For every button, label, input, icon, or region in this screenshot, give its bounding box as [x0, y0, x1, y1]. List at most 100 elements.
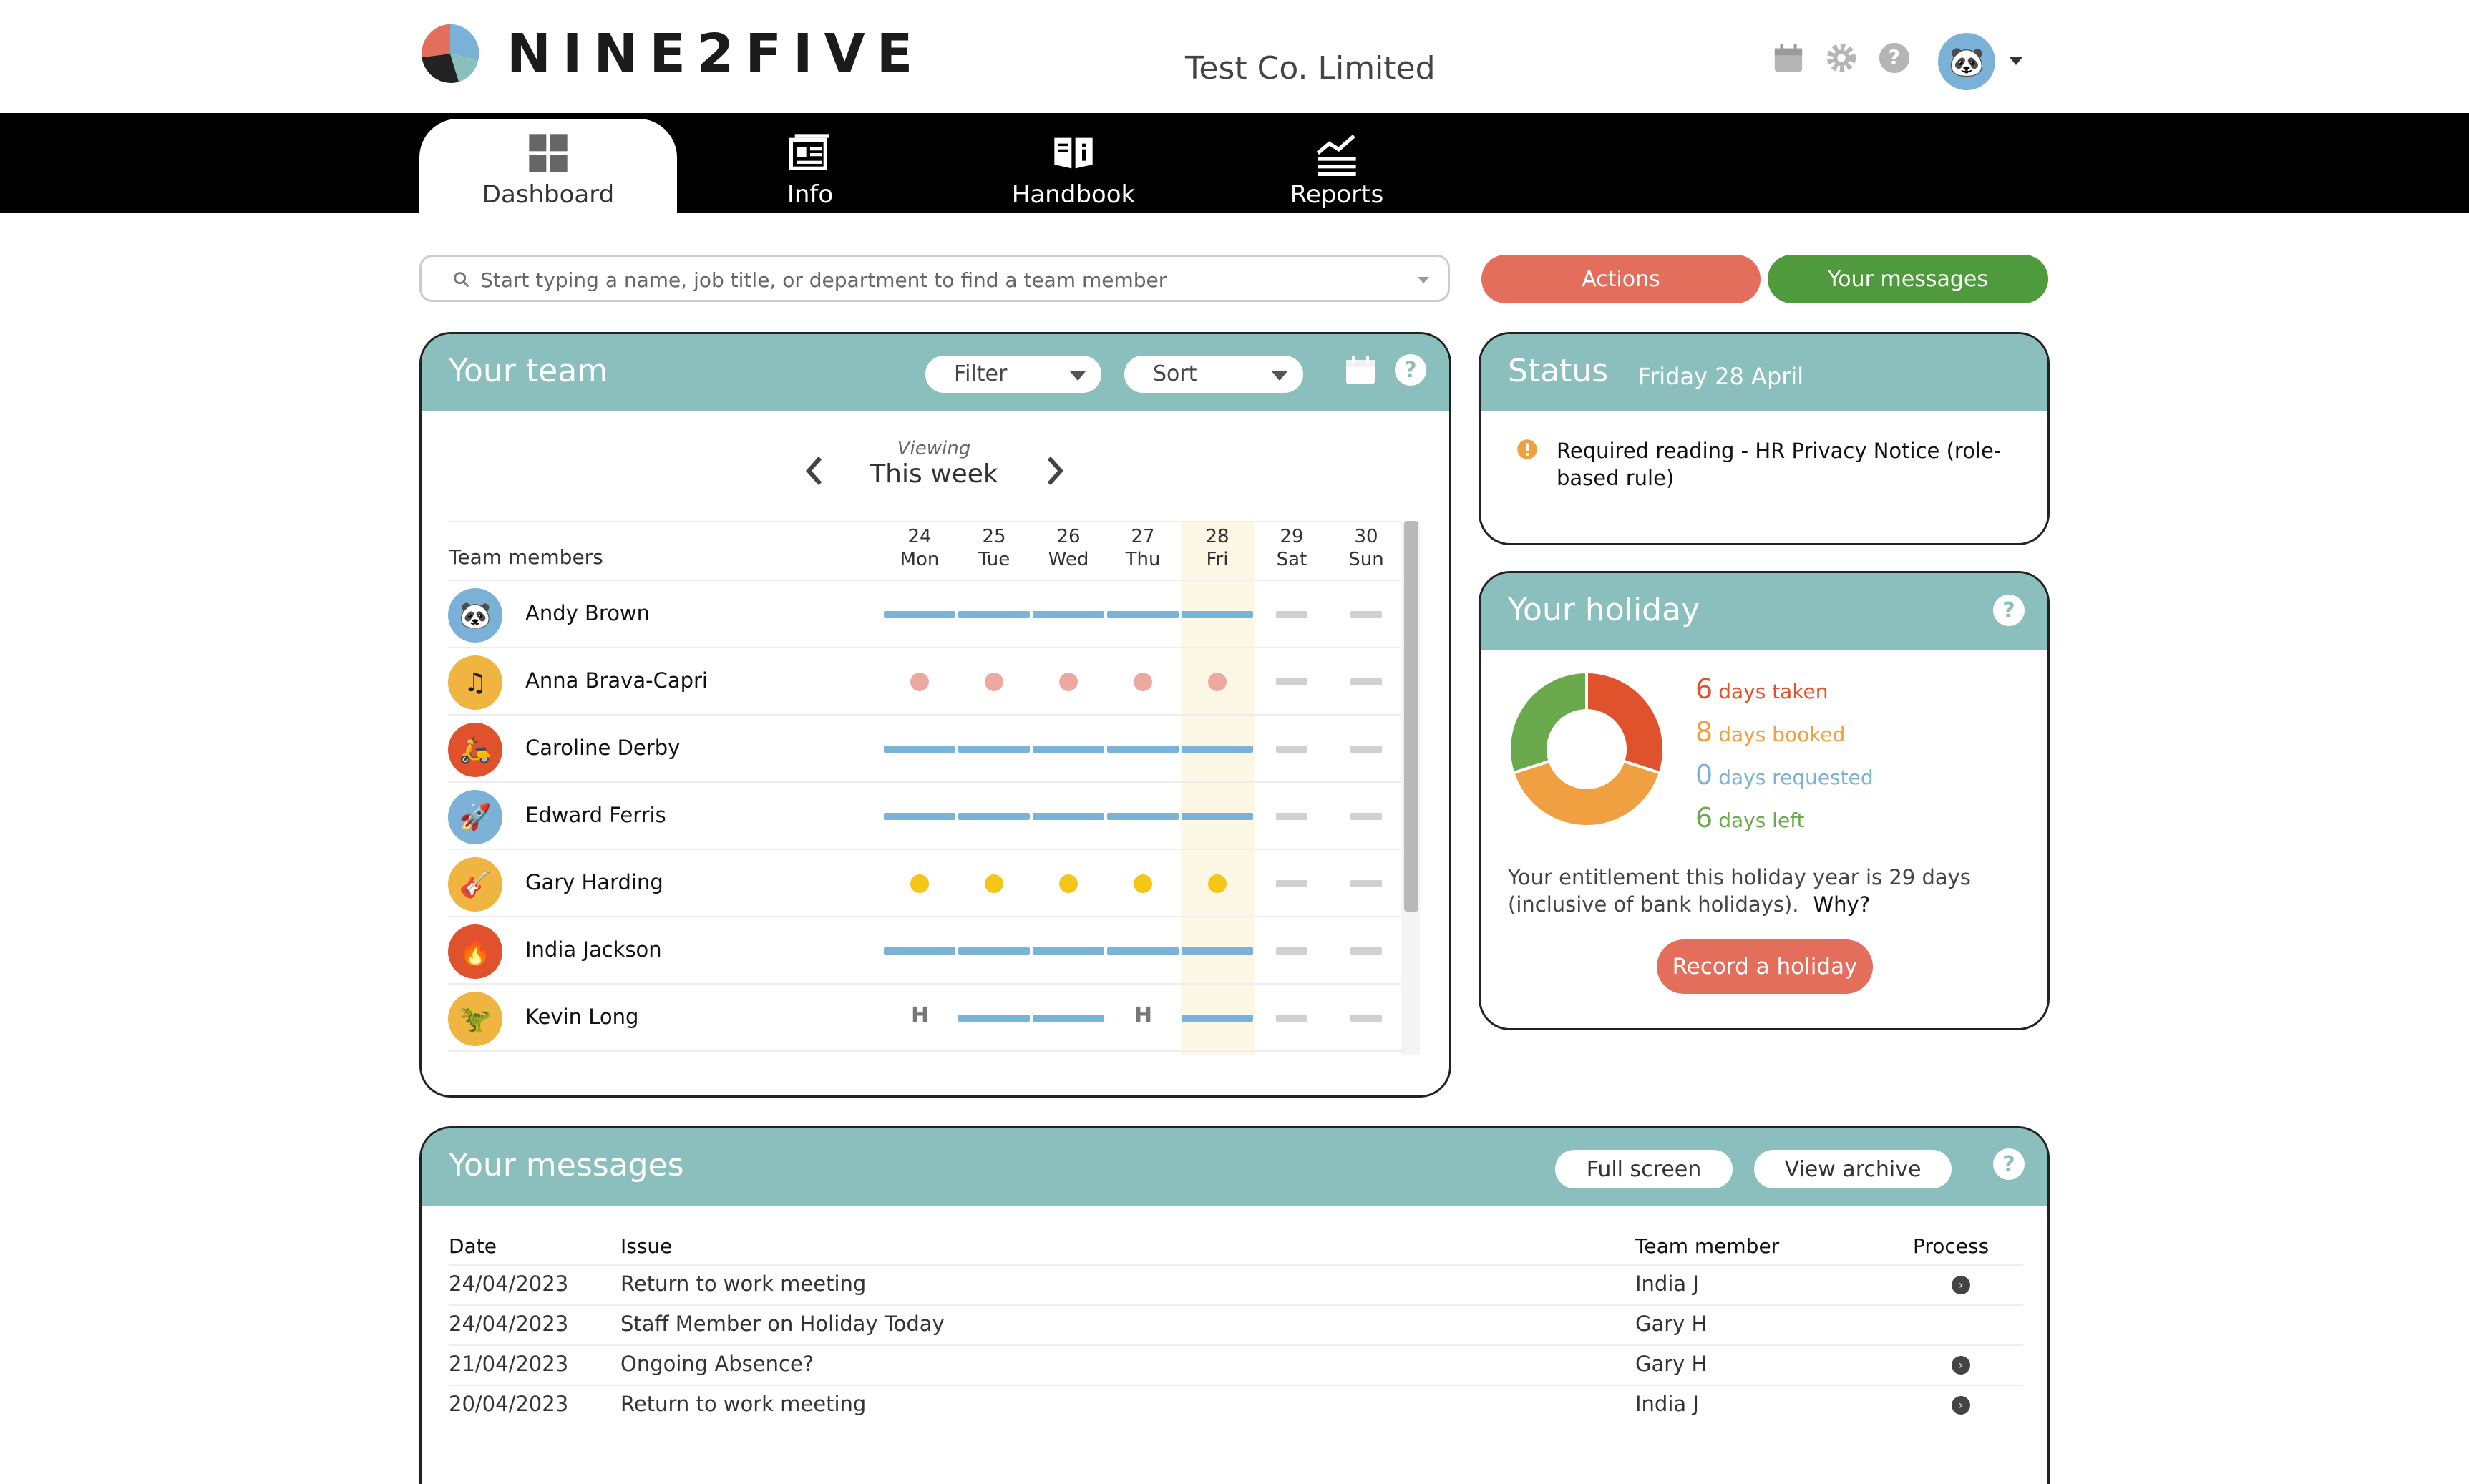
tab-dashboard[interactable]: Dashboard — [419, 119, 677, 213]
working-day-bar[interactable] — [884, 611, 955, 618]
scrollbar-thumb[interactable] — [1404, 521, 1418, 912]
weekend-marker[interactable] — [1350, 813, 1382, 820]
message-row[interactable]: 21/04/2023 Ongoing Absence? Gary H › — [449, 1344, 2023, 1385]
weekend-marker[interactable] — [1276, 746, 1307, 753]
working-day-bar[interactable] — [884, 746, 955, 753]
filter-select[interactable]: Filter — [925, 356, 1101, 393]
booked-day-dot[interactable] — [910, 874, 929, 893]
working-day-bar[interactable] — [1033, 611, 1104, 618]
pending-day-dot[interactable] — [1059, 673, 1078, 691]
working-day-bar[interactable] — [958, 746, 1030, 753]
weekend-marker[interactable] — [1350, 611, 1382, 618]
working-day-bar[interactable] — [1033, 746, 1104, 753]
working-day-bar[interactable] — [1033, 1015, 1104, 1022]
working-day-bar[interactable] — [958, 813, 1030, 820]
booked-day-dot[interactable] — [1134, 874, 1152, 893]
working-day-bar[interactable] — [1107, 947, 1179, 955]
team-member-name[interactable]: India Jackson — [525, 937, 662, 962]
working-day-bar[interactable] — [958, 611, 1030, 618]
booked-day-dot[interactable] — [1208, 874, 1227, 893]
working-day-bar[interactable] — [958, 1015, 1030, 1022]
holiday-marker[interactable]: H — [911, 1003, 929, 1028]
team-search-input[interactable]: Start typing a name, job title, or depar… — [419, 255, 1450, 302]
why-link[interactable]: Why? — [1813, 892, 1870, 917]
weekend-marker[interactable] — [1276, 880, 1307, 887]
weekend-marker[interactable] — [1350, 1015, 1382, 1022]
pending-day-dot[interactable] — [1208, 673, 1227, 691]
user-avatar[interactable]: 🐼 — [1938, 33, 1995, 90]
working-day-bar[interactable] — [1033, 947, 1104, 955]
booked-day-dot[interactable] — [1059, 874, 1078, 893]
user-menu-caret-icon[interactable] — [2010, 57, 2022, 65]
working-day-bar[interactable] — [1182, 611, 1253, 618]
col-team-member[interactable]: Team member — [1635, 1234, 1779, 1258]
process-arrow-icon[interactable]: › — [1952, 1356, 1970, 1375]
tab-info[interactable]: Info — [681, 119, 939, 213]
tab-handbook[interactable]: Handbook — [945, 119, 1202, 213]
avatar[interactable]: 🛵 — [448, 723, 502, 777]
message-row[interactable]: 24/04/2023 Return to work meeting India J › — [449, 1264, 2023, 1305]
your-messages-button[interactable]: Your messages — [1768, 255, 2048, 303]
help-icon[interactable]: ? — [1393, 353, 1428, 387]
booked-day-dot[interactable] — [985, 874, 1003, 893]
col-process[interactable]: Process — [1913, 1234, 1989, 1258]
actions-button[interactable]: Actions — [1481, 255, 1761, 303]
message-row[interactable]: 20/04/2023 Return to work meeting India J › — [449, 1385, 2023, 1425]
weekend-marker[interactable] — [1350, 880, 1382, 887]
sort-select[interactable]: Sort — [1124, 356, 1303, 393]
team-member-name[interactable]: Andy Brown — [525, 601, 650, 625]
working-day-bar[interactable] — [1182, 813, 1253, 820]
avatar[interactable]: 🔥 — [448, 924, 502, 979]
holiday-marker[interactable]: H — [1134, 1003, 1152, 1028]
avatar[interactable]: ♫ — [448, 655, 502, 710]
chevron-down-icon[interactable] — [1418, 277, 1429, 283]
weekend-marker[interactable] — [1350, 746, 1382, 753]
weekend-marker[interactable] — [1276, 678, 1307, 685]
full-screen-button[interactable]: Full screen — [1555, 1150, 1733, 1188]
avatar[interactable]: 🐼 — [448, 588, 502, 643]
brand-logo[interactable]: NINE2FIVE — [419, 23, 924, 84]
calendar-icon[interactable] — [1343, 353, 1378, 387]
record-holiday-button[interactable]: Record a holiday — [1657, 939, 1873, 994]
working-day-bar[interactable] — [884, 947, 955, 955]
working-day-bar[interactable] — [1107, 813, 1179, 820]
pending-day-dot[interactable] — [910, 673, 929, 691]
status-item-link[interactable]: Required reading - HR Privacy Notice (ro… — [1557, 437, 2015, 492]
calendar-icon[interactable] — [1772, 42, 1805, 77]
team-member-name[interactable]: Edward Ferris — [525, 803, 666, 827]
chevron-right-icon[interactable] — [1045, 455, 1065, 487]
weekend-marker[interactable] — [1276, 1015, 1307, 1022]
process-arrow-icon[interactable]: › — [1952, 1276, 1970, 1294]
working-day-bar[interactable] — [1107, 611, 1179, 618]
avatar[interactable]: 🚀 — [448, 790, 502, 844]
col-date[interactable]: Date — [449, 1234, 497, 1258]
weekend-marker[interactable] — [1350, 947, 1382, 955]
help-icon[interactable]: ? — [1992, 1147, 2026, 1181]
weekend-marker[interactable] — [1276, 947, 1307, 955]
view-archive-button[interactable]: View archive — [1754, 1150, 1952, 1188]
working-day-bar[interactable] — [1182, 746, 1253, 753]
working-day-bar[interactable] — [884, 813, 955, 820]
pending-day-dot[interactable] — [985, 673, 1003, 691]
working-day-bar[interactable] — [958, 947, 1030, 955]
gear-icon[interactable] — [1825, 42, 1858, 77]
process-arrow-icon[interactable]: › — [1952, 1396, 1970, 1415]
col-issue[interactable]: Issue — [620, 1234, 672, 1258]
working-day-bar[interactable] — [1107, 746, 1179, 753]
working-day-bar[interactable] — [1033, 813, 1104, 820]
team-member-name[interactable]: Gary Harding — [525, 870, 663, 894]
weekend-marker[interactable] — [1276, 813, 1307, 820]
message-row[interactable]: 24/04/2023 Staff Member on Holiday Today G… — [449, 1304, 2023, 1345]
weekend-marker[interactable] — [1276, 611, 1307, 618]
avatar[interactable]: 🦖 — [448, 992, 502, 1046]
team-member-name[interactable]: Kevin Long — [525, 1005, 638, 1029]
tab-reports[interactable]: Reports — [1208, 119, 1466, 213]
help-icon[interactable]: ? — [1878, 42, 1911, 77]
working-day-bar[interactable] — [1182, 1015, 1253, 1022]
weekend-marker[interactable] — [1350, 678, 1382, 685]
pending-day-dot[interactable] — [1134, 673, 1152, 691]
team-member-name[interactable]: Anna Brava-Capri — [525, 668, 708, 693]
team-member-name[interactable]: Caroline Derby — [525, 736, 680, 760]
working-day-bar[interactable] — [1182, 947, 1253, 955]
avatar[interactable]: 🎸 — [448, 857, 502, 912]
